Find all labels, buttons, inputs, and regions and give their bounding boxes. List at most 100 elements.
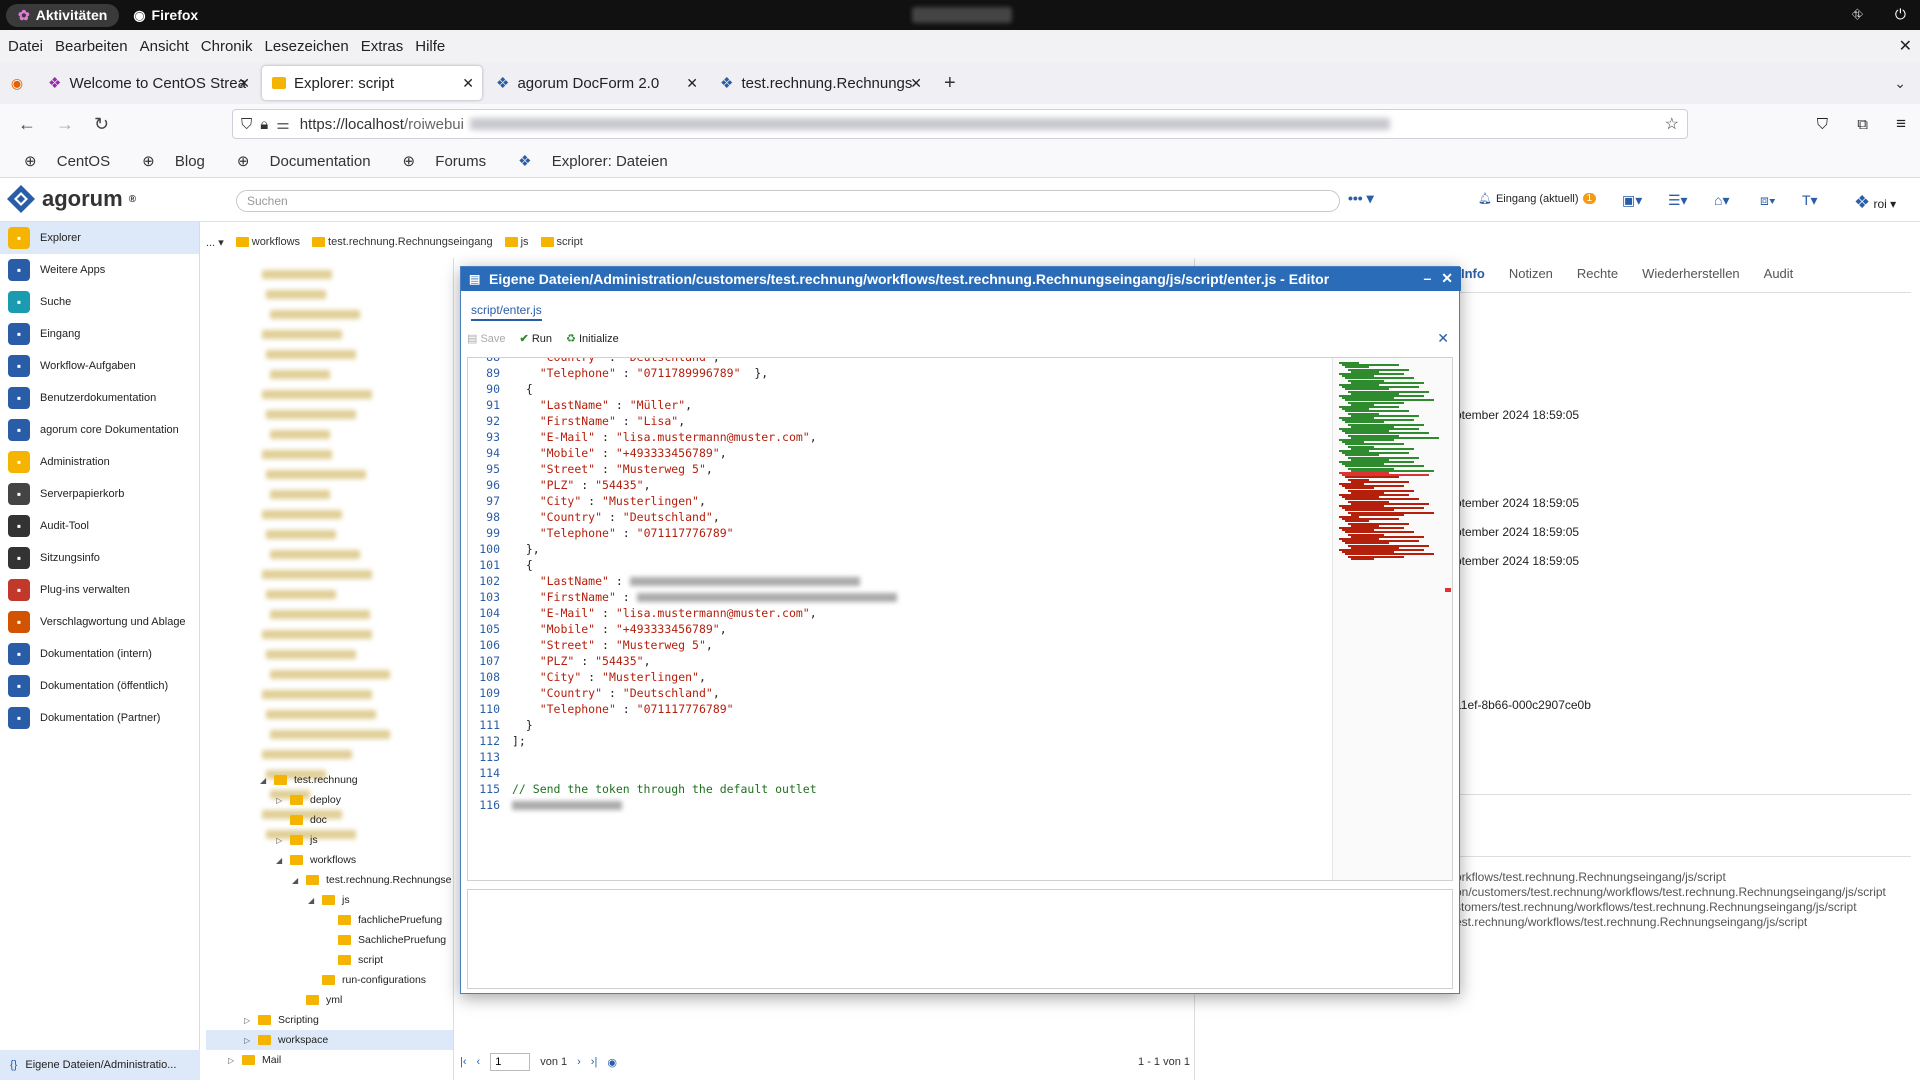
page-input[interactable] — [490, 1053, 531, 1071]
run-button[interactable]: ✔ Run — [520, 332, 552, 345]
agorum-logo[interactable]: agorum ® — [6, 184, 136, 214]
code-minimap[interactable] — [1332, 358, 1452, 880]
close-window-icon[interactable]: ✕ — [1899, 36, 1912, 56]
sidebar-item[interactable]: ▪ Eingang — [0, 318, 199, 350]
editor-file-tab[interactable]: script/enter.js — [471, 303, 542, 321]
sidebar-item[interactable]: ▪ Suche — [0, 286, 199, 318]
bookmark-star-icon[interactable]: ☆ — [1665, 114, 1679, 134]
text-format-icon[interactable]: T▾ — [1802, 192, 1818, 209]
minimize-icon[interactable]: – — [1423, 270, 1431, 287]
close-editor-icon[interactable]: ✕ — [1437, 330, 1449, 347]
tree-node[interactable]: SachlichePruefung — [324, 934, 446, 946]
close-tab-icon[interactable]: ✕ — [462, 75, 474, 92]
menu-extras[interactable]: Extras — [361, 38, 404, 55]
permissions-icon[interactable]: ⚌ — [276, 115, 289, 133]
sidebar-item[interactable]: ▪ Serverpapierkorb — [0, 478, 199, 510]
tree-item-redacted[interactable] — [266, 530, 336, 539]
expand-arrow-icon[interactable]: ▷ — [276, 796, 286, 805]
tree-item-redacted[interactable] — [270, 370, 330, 379]
tree-item-redacted[interactable] — [262, 330, 342, 339]
tree-node[interactable]: ◢ workflows — [276, 854, 356, 866]
editor-dialog[interactable]: ▤ Eigene Dateien/Administration/customer… — [460, 266, 1461, 994]
sidebar-item[interactable]: ▪ Dokumentation (öffentlich) — [0, 670, 199, 702]
sidebar-item[interactable]: ▪ Plug-ins verwalten — [0, 574, 199, 606]
sidebar-item[interactable]: ▪ Weitere Apps — [0, 254, 199, 286]
tab-rechnung[interactable]: ❖ test.rechnung.Rechnungs ✕ — [710, 66, 930, 100]
tree-node[interactable]: script — [324, 954, 383, 966]
tree-node[interactable]: ▷ js — [276, 834, 318, 846]
sidebar-item[interactable]: ▪ agorum core Dokumentation — [0, 414, 199, 446]
inbox-button[interactable]: 🔔︎ Eingang (aktuell) 1 — [1478, 192, 1597, 205]
toolbox-icon[interactable]: ⧈▾ — [1760, 192, 1776, 209]
sidebar-current-path[interactable]: {} Eigene Dateien/Administratio... — [0, 1050, 200, 1080]
editor-title-bar[interactable]: ▤ Eigene Dateien/Administration/customer… — [461, 267, 1461, 291]
new-tab-icon[interactable]: + — [944, 72, 956, 95]
tree-item-redacted[interactable] — [270, 730, 390, 739]
tree-item-redacted[interactable] — [266, 710, 376, 719]
tree-item-redacted[interactable] — [266, 590, 336, 599]
tab-wiederherstellen[interactable]: Wiederherstellen — [1642, 266, 1740, 281]
tree-node[interactable]: ▷ workspace — [244, 1034, 328, 1046]
tree-item-redacted[interactable] — [270, 670, 390, 679]
tree-item-redacted[interactable] — [262, 270, 332, 279]
hamburger-menu-icon[interactable]: ≡ — [1896, 114, 1906, 134]
breadcrumb-overflow[interactable]: ... ▾ — [206, 236, 224, 249]
close-tab-icon[interactable]: ✕ — [238, 75, 250, 92]
breadcrumb-item[interactable]: script — [540, 236, 583, 248]
sidebar-item[interactable]: ▪ Workflow-Aufgaben — [0, 350, 199, 382]
menu-hilfe[interactable]: Hilfe — [415, 38, 445, 55]
tree-item-redacted[interactable] — [270, 430, 330, 439]
tree-node[interactable]: ▷ Scripting — [244, 1014, 319, 1026]
system-tray[interactable]: ⛗ ⏻ — [1852, 6, 1906, 23]
url-bar[interactable]: ⛉ 🔒︎ ⚌ https://localhost/roiwebui ☆ — [232, 109, 1688, 139]
tree-item-redacted[interactable] — [262, 510, 342, 519]
output-console[interactable] — [467, 889, 1453, 989]
tree-item-redacted[interactable] — [266, 470, 366, 479]
sidebar-item[interactable]: ▪ Benutzerdokumentation — [0, 382, 199, 414]
preview-eye-icon[interactable]: ◉ — [607, 1056, 617, 1069]
menu-bearbeiten[interactable]: Bearbeiten — [55, 38, 128, 55]
breadcrumb-item[interactable]: js — [504, 236, 529, 248]
breadcrumb-item[interactable]: workflows — [235, 236, 300, 248]
breadcrumb-item[interactable]: test.rechnung.Rechnungseingang — [312, 236, 493, 248]
pocket-icon[interactable]: ⛉ — [1817, 116, 1828, 133]
list-view-icon[interactable]: ☰▾ — [1668, 192, 1688, 209]
expand-arrow-icon[interactable]: ▷ — [244, 1036, 254, 1045]
app-menu[interactable]: ◉ Firefox — [133, 7, 198, 24]
activities-button[interactable]: ✿ Aktivitäten — [6, 3, 120, 27]
expand-arrow-icon[interactable]: ▷ — [244, 1016, 254, 1025]
list-tabs-icon[interactable]: ⌄ — [1894, 75, 1906, 92]
tree-item-redacted[interactable] — [266, 410, 356, 419]
last-page-icon[interactable]: ›| — [591, 1056, 598, 1068]
menu-lesezeichen[interactable]: Lesezeichen — [264, 38, 348, 55]
tree-node[interactable]: doc — [276, 814, 327, 826]
tree-item-redacted[interactable] — [266, 350, 356, 359]
menu-chronik[interactable]: Chronik — [201, 38, 253, 55]
bank-icon[interactable]: ⌂▾ — [1714, 192, 1729, 209]
bookmark-blog[interactable]: ⊕ Blog — [130, 152, 209, 170]
tree-node[interactable]: fachlichePruefung — [324, 914, 442, 926]
tree-node[interactable]: ◢ test.rechnung.Rechnungse — [292, 874, 452, 886]
save-button[interactable]: ▤ Save — [467, 332, 506, 345]
tree-item-redacted[interactable] — [262, 570, 372, 579]
tree-item-redacted[interactable] — [270, 610, 370, 619]
expand-arrow-icon[interactable]: ◢ — [308, 896, 318, 905]
tab-info[interactable]: Info — [1461, 266, 1485, 281]
tree-item-redacted[interactable] — [270, 490, 330, 499]
search-input[interactable]: Suchen — [236, 190, 1340, 212]
tree-item-redacted[interactable] — [262, 450, 332, 459]
tree-item-redacted[interactable] — [270, 550, 360, 559]
tab-centos[interactable]: ❖ Welcome to CentOS Strea ✕ — [38, 66, 258, 100]
tree-item-redacted[interactable] — [262, 690, 372, 699]
tree-node[interactable]: ▷ Mail — [228, 1054, 281, 1066]
lock-icon[interactable]: 🔒︎ — [260, 116, 268, 133]
expand-arrow-icon[interactable]: ◢ — [260, 776, 270, 785]
sidebar-item[interactable]: ▪ Verschlagwortung und Ablage — [0, 606, 199, 638]
close-tab-icon[interactable]: ✕ — [910, 75, 922, 92]
next-page-icon[interactable]: › — [577, 1056, 581, 1068]
tree-node[interactable]: ▷ deploy — [276, 794, 341, 806]
bookmark-centos[interactable]: ⊕ CentOS — [12, 152, 114, 170]
tab-docform[interactable]: ❖ agorum DocForm 2.0 ✕ — [486, 66, 706, 100]
tab-rechte[interactable]: Rechte — [1577, 266, 1618, 281]
tree-node[interactable]: run-configurations — [308, 974, 426, 986]
